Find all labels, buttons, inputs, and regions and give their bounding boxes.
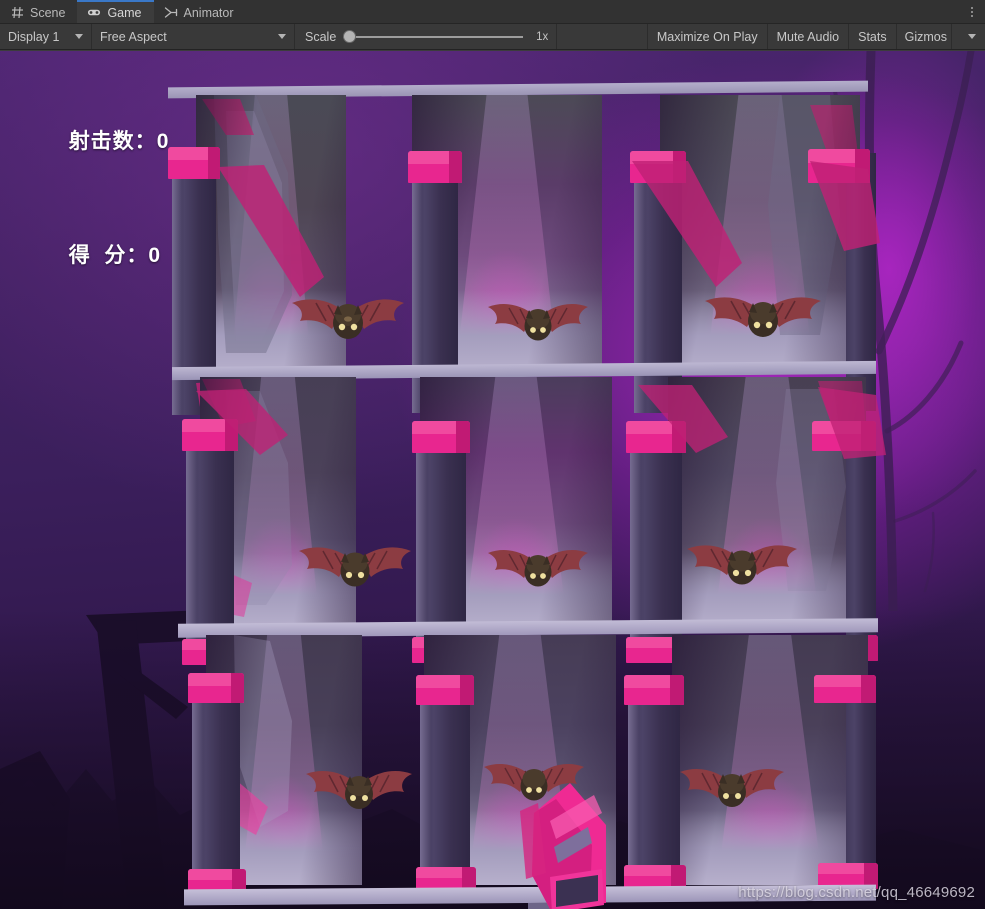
bat-enemy[interactable] — [682, 531, 802, 595]
game-view-toolbar: Display 1 Free Aspect Scale 1x Maximize … — [0, 24, 985, 50]
bat-enemy[interactable] — [482, 537, 594, 597]
tab-animator[interactable]: Animator — [154, 0, 246, 23]
tab-animator-label: Animator — [183, 5, 234, 20]
scale-slider-handle[interactable] — [343, 30, 357, 43]
scale-label: Scale — [305, 29, 337, 44]
scale-slider-track — [343, 35, 524, 38]
scale-value: 1x — [536, 30, 549, 43]
gizmos-dropdown-button[interactable] — [952, 24, 985, 49]
pillar-cap-r3-p2-top[interactable] — [416, 675, 474, 705]
kebab-menu-icon[interactable] — [959, 0, 985, 23]
tab-game[interactable]: Game — [77, 0, 154, 23]
unity-game-view-window: Scene Game Animator Display 1 Free Aspec… — [0, 0, 985, 909]
grid-icon — [10, 6, 24, 20]
pillar-cap-r3-p1-top[interactable] — [188, 673, 244, 703]
scale-slider[interactable] — [343, 30, 524, 44]
bat-enemy[interactable] — [482, 291, 594, 351]
cap-side — [861, 675, 876, 703]
pillar-cap-r3-p4-top[interactable] — [814, 675, 876, 703]
tab-scene[interactable]: Scene — [0, 0, 77, 23]
pillar-highlight — [420, 679, 431, 887]
gamepad-icon — [87, 6, 101, 20]
pillar-shaft — [846, 679, 876, 883]
tab-scene-label: Scene — [30, 5, 66, 20]
cap-side — [230, 673, 244, 703]
tab-game-label: Game — [107, 5, 142, 20]
shelf-brackets-row2 — [196, 385, 886, 459]
editor-tab-bar: Scene Game Animator — [0, 0, 985, 24]
chevron-down-icon — [968, 34, 976, 39]
maximize-on-play-label: Maximize On Play — [656, 29, 758, 44]
bat-enemy[interactable] — [300, 757, 418, 819]
pillar-highlight — [192, 677, 203, 889]
display-dropdown-label: Display 1 — [8, 29, 60, 44]
mute-audio-label: Mute Audio — [776, 29, 840, 44]
chevron-down-icon — [75, 34, 83, 39]
cap-side — [460, 675, 474, 705]
aspect-ratio-label: Free Aspect — [100, 29, 167, 44]
bat-enemy[interactable] — [674, 755, 790, 817]
cap-side — [669, 675, 684, 705]
aspect-ratio-dropdown[interactable]: Free Aspect — [92, 24, 295, 49]
bat-enemy[interactable] — [294, 533, 416, 597]
mute-audio-button[interactable]: Mute Audio — [768, 24, 850, 49]
pillar-cap-r3-p3-top[interactable] — [624, 675, 684, 705]
scale-control[interactable]: Scale 1x — [295, 24, 558, 49]
gizmos-label: Gizmos — [904, 29, 947, 44]
animator-icon — [164, 6, 178, 20]
shelf-rack-structure — [0, 51, 985, 909]
toolbar-spacer — [557, 24, 648, 49]
blog-watermark: https://blog.csdn.net/qq_46649692 — [738, 884, 975, 901]
maximize-on-play-button[interactable]: Maximize On Play — [648, 24, 768, 49]
pillar-r3-p2 — [420, 679, 470, 887]
bat-enemy[interactable] — [286, 285, 410, 351]
game-view-render-area[interactable]: 射击数：0 得 分：0 https://blog.csdn.net/qq_466… — [0, 51, 985, 909]
pillar-r3-p1 — [192, 677, 240, 889]
bat-enemy[interactable] — [478, 751, 590, 811]
pillar-r3-p4 — [846, 679, 876, 883]
stats-label: Stats — [858, 29, 887, 44]
gizmos-button[interactable]: Gizmos — [897, 24, 952, 49]
display-dropdown[interactable]: Display 1 — [0, 24, 92, 49]
chevron-down-icon — [278, 34, 286, 39]
bat-enemy[interactable] — [700, 283, 826, 349]
stats-button[interactable]: Stats — [849, 24, 897, 49]
